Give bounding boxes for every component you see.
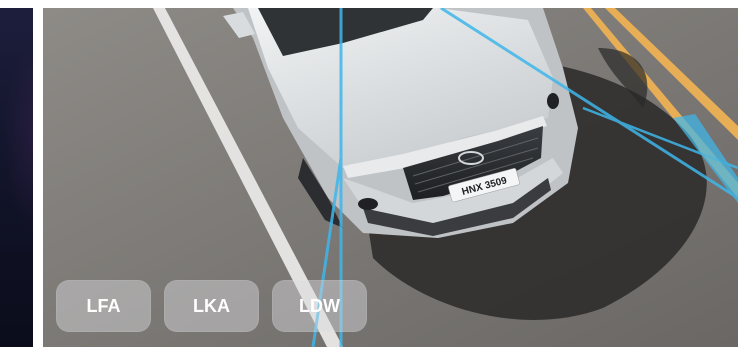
panel-divider bbox=[33, 0, 43, 347]
car-road-image: HNX 3509 LFA LKA LDW bbox=[43, 8, 738, 347]
feature-chip-ldw[interactable]: LDW bbox=[272, 280, 367, 332]
left-dark-panel bbox=[0, 8, 33, 347]
feature-chip-lfa[interactable]: LFA bbox=[56, 280, 151, 332]
feature-chip-lka[interactable]: LKA bbox=[164, 280, 259, 332]
feature-chips: LFA LKA LDW bbox=[56, 280, 367, 332]
